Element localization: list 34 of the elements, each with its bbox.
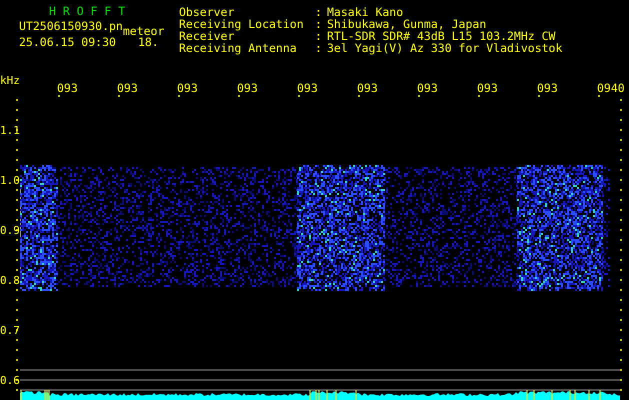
axis-label: 0.8 bbox=[0, 274, 20, 287]
info-value: Shibukawa, Gunma, Japan bbox=[327, 18, 488, 30]
time-label: 093 bbox=[177, 81, 198, 95]
count-value: 18. bbox=[138, 36, 159, 48]
info-label: Receiving Antenna bbox=[179, 42, 298, 54]
app-title: H R O F F T bbox=[48, 5, 126, 18]
time-label: 093 bbox=[117, 81, 138, 95]
info-label: Receiving Location bbox=[179, 18, 305, 30]
date-time: 25.06.15 09:30 bbox=[19, 36, 116, 48]
info-value: 3el Yagi(V) Az 330 for Vladivostok bbox=[327, 42, 564, 54]
time-label: 093 bbox=[237, 81, 258, 95]
separator: : bbox=[315, 18, 323, 30]
time-label: 093 bbox=[297, 81, 318, 95]
time-label: 093 bbox=[357, 81, 378, 95]
separator: : bbox=[315, 42, 323, 54]
time-label: 0940 bbox=[597, 81, 625, 95]
axis-label: 1.1 bbox=[0, 124, 20, 137]
time-label: 093 bbox=[537, 81, 558, 95]
info-value: Masaki Kano bbox=[327, 6, 404, 18]
time-label: 093 bbox=[417, 81, 438, 95]
axis-label: 0.9 bbox=[0, 224, 20, 237]
event-type: meteor bbox=[122, 25, 164, 37]
separator: : bbox=[315, 6, 323, 18]
separator: : bbox=[315, 30, 323, 42]
time-label: 093 bbox=[57, 81, 78, 95]
info-label: Observer bbox=[179, 6, 236, 18]
file-name: UT2506150930.pn bbox=[19, 20, 123, 32]
axis-unit: kHz bbox=[0, 74, 20, 87]
axis-label: 1.0 bbox=[0, 174, 20, 187]
time-label: 093 bbox=[477, 81, 498, 95]
info-label: Receiver bbox=[179, 30, 234, 42]
axis-label: 0.7 bbox=[0, 324, 20, 337]
info-value: RTL-SDR SDR# 43dB L15 103.2MHz CW bbox=[327, 30, 556, 42]
axis-label: 0.6 bbox=[0, 374, 20, 387]
